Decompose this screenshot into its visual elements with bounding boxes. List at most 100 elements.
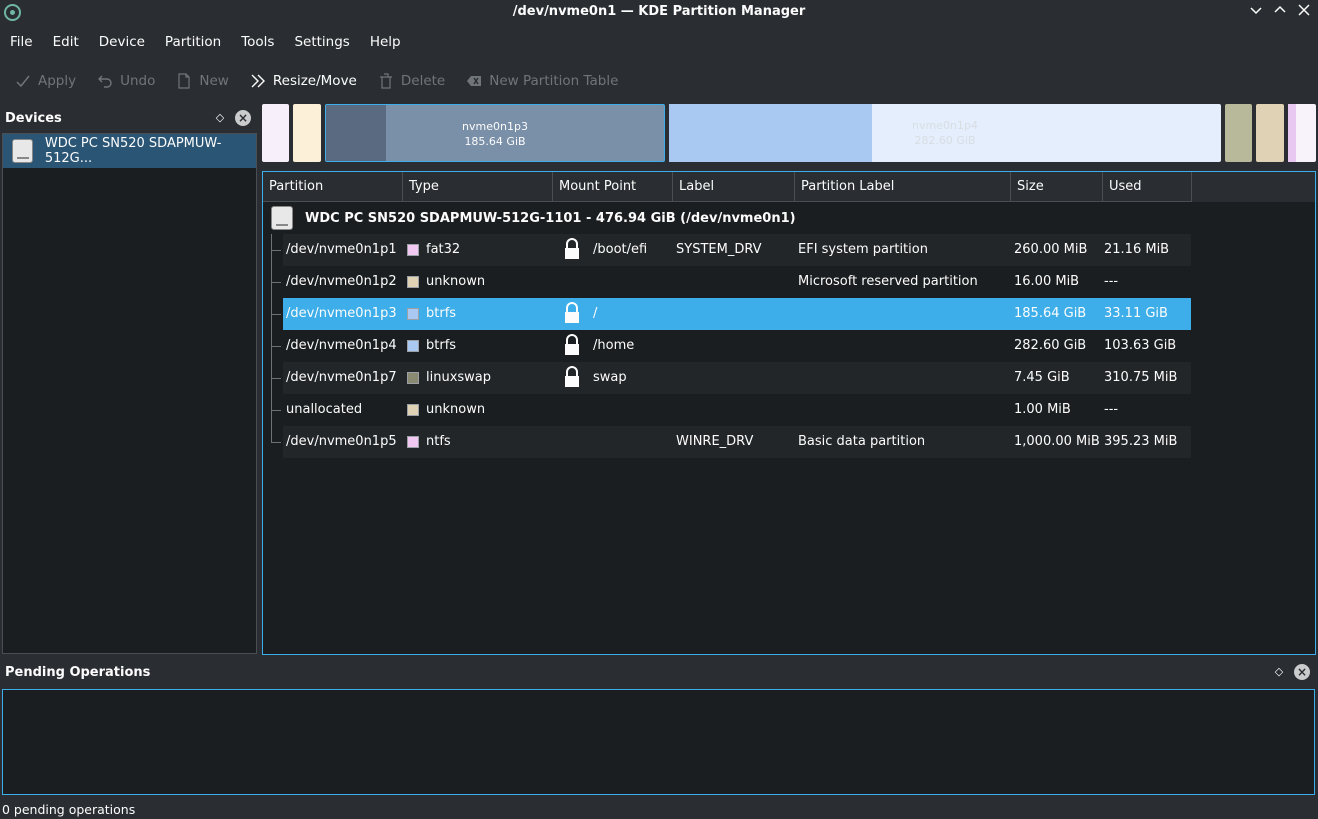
close-panel-icon[interactable]: × bbox=[235, 110, 251, 126]
menu-partition[interactable]: Partition bbox=[155, 30, 231, 56]
partition-segment-size: 282.60 GiB bbox=[914, 134, 976, 147]
devices-panel-header: Devices ◇ × bbox=[0, 106, 258, 132]
close-panel-icon[interactable]: × bbox=[1294, 664, 1310, 680]
partition-segment-name: nvme0n1p4 bbox=[912, 119, 978, 132]
minimize-icon[interactable] bbox=[1247, 3, 1265, 21]
table-row[interactable]: /dev/nvme0n1p2 unknown Microsoft reserved … bbox=[283, 266, 1191, 298]
status-bar: 0 pending operations bbox=[2, 802, 136, 817]
menu-file[interactable]: File bbox=[0, 30, 43, 56]
new-partition-table-label: New Partition Table bbox=[489, 73, 619, 89]
devices-list: WDC PC SN520 SDAPMUW-512G... bbox=[2, 133, 257, 654]
partition-segment[interactable]: nvme0n1p3 185.64 GiB bbox=[325, 104, 665, 162]
trash-icon bbox=[377, 72, 395, 90]
window-title: /dev/nvme0n1 — KDE Partition Manager bbox=[512, 4, 806, 19]
column-partition[interactable]: Partition bbox=[263, 172, 403, 202]
column-used[interactable]: Used bbox=[1103, 172, 1192, 202]
partition-label: Microsoft reserved partition bbox=[798, 274, 978, 289]
partition-size: 7.45 GiB bbox=[1014, 370, 1070, 385]
partition-name: /dev/nvme0n1p2 bbox=[286, 274, 397, 289]
tree-branch-line bbox=[271, 282, 281, 283]
pending-panel-header: Pending Operations ◇ × bbox=[0, 660, 1318, 686]
disk-icon bbox=[271, 206, 293, 230]
undo-icon bbox=[96, 72, 114, 90]
lock-icon bbox=[562, 302, 582, 324]
device-item-label: WDC PC SN520 SDAPMUW-512G... bbox=[44, 136, 222, 166]
mount-point: /boot/efi bbox=[593, 242, 648, 257]
new-button[interactable]: New bbox=[165, 66, 238, 96]
column-type[interactable]: Type bbox=[403, 172, 553, 202]
tree-header: Partition Type Mount Point Label Partiti… bbox=[263, 172, 1315, 202]
partition-segment[interactable] bbox=[262, 104, 289, 162]
maximize-icon[interactable] bbox=[1271, 3, 1289, 21]
filesystem-color-swatch bbox=[407, 436, 419, 448]
resize-move-label: Resize/Move bbox=[272, 73, 357, 89]
apply-button[interactable]: Apply bbox=[0, 66, 86, 96]
pending-operations-list bbox=[2, 689, 1315, 795]
partition-label: EFI system partition bbox=[798, 242, 928, 257]
table-row[interactable]: /dev/nvme0n1p5 ntfs WINRE_DRV Basic data pa… bbox=[283, 426, 1191, 458]
table-row[interactable]: /dev/nvme0n1p4 btrfs/home 282.60 GiB 103.63… bbox=[283, 330, 1191, 362]
float-panel-icon[interactable]: ◇ bbox=[1272, 665, 1286, 679]
partition-segment[interactable] bbox=[293, 104, 321, 162]
table-row[interactable]: /dev/nvme0n1p1 fat32/boot/efi SYSTEM_DRV EF… bbox=[283, 234, 1191, 266]
partition-segment[interactable] bbox=[1256, 104, 1284, 162]
title-bar: /dev/nvme0n1 — KDE Partition Manager bbox=[0, 0, 1318, 26]
new-partition-table-button[interactable]: New Partition Table bbox=[455, 66, 628, 96]
filesystem-color-swatch bbox=[407, 308, 419, 320]
partition-segment[interactable]: nvme0n1p4 282.60 GiB bbox=[669, 104, 1221, 162]
column-size[interactable]: Size bbox=[1011, 172, 1103, 202]
close-icon[interactable] bbox=[1295, 3, 1313, 21]
column-label[interactable]: Label bbox=[673, 172, 795, 202]
menu-tools[interactable]: Tools bbox=[231, 30, 284, 56]
mount-point: /home bbox=[593, 338, 635, 353]
menu-help[interactable]: Help bbox=[360, 30, 411, 56]
filesystem-type: unknown bbox=[426, 274, 486, 289]
new-document-icon bbox=[175, 72, 193, 90]
pending-panel-title: Pending Operations bbox=[5, 665, 151, 680]
partition-bar: nvme0n1p3 185.64 GiB nvme0n1p4 282.60 GiB bbox=[262, 104, 1316, 162]
filesystem-color-swatch bbox=[407, 404, 419, 416]
tree-branch-line bbox=[271, 410, 281, 411]
mount-point: swap bbox=[593, 370, 627, 385]
menu-settings[interactable]: Settings bbox=[284, 30, 359, 56]
mount-point: / bbox=[593, 306, 598, 321]
partition-name: /dev/nvme0n1p7 bbox=[286, 370, 397, 385]
table-row[interactable]: /dev/nvme0n1p3 btrfs / 185.64 GiB 33.11 GiB bbox=[283, 298, 1191, 330]
filesystem-type: fat32 bbox=[426, 242, 461, 257]
table-row[interactable]: unallocated unknown 1.00 MiB --- bbox=[283, 394, 1191, 426]
delete-label: Delete bbox=[400, 73, 446, 89]
partition-used: 103.63 GiB bbox=[1104, 338, 1177, 353]
table-row[interactable]: /dev/nvme0n1p7 linuxswap swap 7.45 GiB 310.7… bbox=[283, 362, 1191, 394]
new-label: New bbox=[199, 73, 229, 89]
menu-device[interactable]: Device bbox=[89, 30, 155, 56]
column-mount-point[interactable]: Mount Point bbox=[553, 172, 673, 202]
tree-branch-line bbox=[271, 314, 281, 315]
filesystem-type: linuxswap bbox=[426, 370, 492, 385]
partition-name: /dev/nvme0n1p1 bbox=[286, 242, 397, 257]
filesystem-type: btrfs bbox=[426, 338, 457, 353]
menu-bar: File Edit Device Partition Tools Setting… bbox=[0, 30, 411, 56]
partition-segment-name: nvme0n1p3 bbox=[462, 120, 528, 133]
filesystem-color-swatch bbox=[407, 372, 419, 384]
resize-move-icon bbox=[249, 72, 267, 90]
partition-used: 33.11 GiB bbox=[1104, 306, 1168, 321]
partition-segment[interactable] bbox=[1225, 104, 1252, 162]
lock-icon bbox=[562, 238, 582, 260]
partition-segment[interactable] bbox=[1288, 104, 1316, 162]
column-partition-label[interactable]: Partition Label bbox=[795, 172, 1011, 202]
device-row-label: WDC PC SN520 SDAPMUW-512G-1101 - 476.94 … bbox=[305, 210, 796, 226]
clear-icon bbox=[465, 72, 483, 90]
delete-button[interactable]: Delete bbox=[367, 66, 455, 96]
undo-button[interactable]: Undo bbox=[86, 66, 165, 96]
menu-edit[interactable]: Edit bbox=[43, 30, 89, 56]
undo-label: Undo bbox=[120, 73, 156, 89]
resize-move-button[interactable]: Resize/Move bbox=[239, 66, 367, 96]
device-item[interactable]: WDC PC SN520 SDAPMUW-512G... bbox=[3, 134, 256, 168]
device-row[interactable]: WDC PC SN520 SDAPMUW-512G-1101 - 476.94 … bbox=[263, 202, 1315, 234]
partition-size: 260.00 MiB bbox=[1014, 242, 1088, 257]
tree-branch-line bbox=[271, 250, 281, 251]
partition-name: /dev/nvme0n1p4 bbox=[286, 338, 397, 353]
partition-segment-label: nvme0n1p4 282.60 GiB bbox=[669, 118, 1221, 148]
partition-used: --- bbox=[1104, 402, 1119, 417]
float-panel-icon[interactable]: ◇ bbox=[213, 111, 227, 125]
